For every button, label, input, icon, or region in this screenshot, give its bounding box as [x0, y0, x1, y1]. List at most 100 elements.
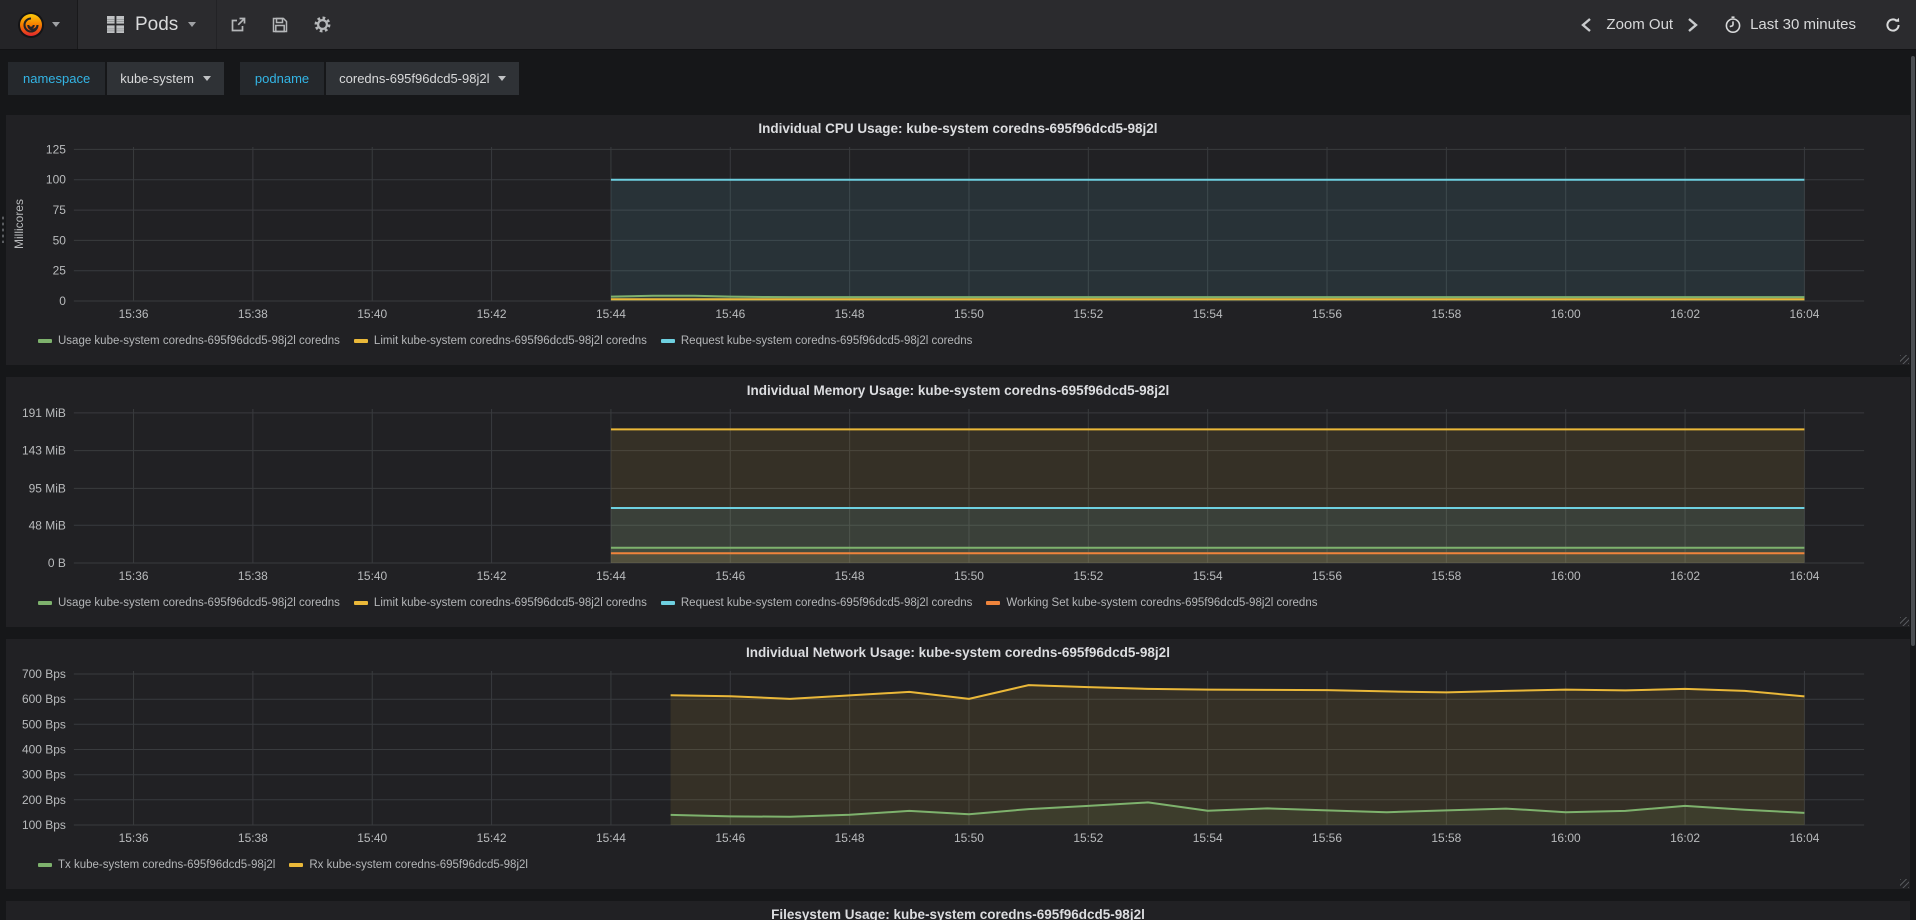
svg-text:15:40: 15:40 [357, 569, 387, 583]
legend-item[interactable]: Limit kube-system coredns-695f96dcd5-98j… [353, 597, 647, 609]
legend-item[interactable]: Tx kube-system coredns-695f96dcd5-98j2l [38, 859, 275, 871]
clock-icon [1724, 15, 1742, 34]
svg-text:15:58: 15:58 [1431, 831, 1461, 845]
svg-text:15:42: 15:42 [477, 831, 507, 845]
svg-text:15:36: 15:36 [119, 307, 149, 321]
svg-text:300 Bps: 300 Bps [22, 768, 66, 782]
svg-text:15:42: 15:42 [477, 569, 507, 583]
panel-title[interactable]: Filesystem Usage: kube-system coredns-69… [10, 901, 1906, 920]
legend-item[interactable]: Usage kube-system coredns-695f96dcd5-98j… [38, 597, 340, 609]
svg-text:16:04: 16:04 [1789, 569, 1819, 583]
svg-text:Millicores: Millicores [12, 199, 26, 249]
svg-text:16:00: 16:00 [1551, 569, 1581, 583]
chevron-down-icon [188, 22, 197, 27]
network-usage-chart[interactable]: 100 Bps 200 Bps 300 Bps 400 Bps 500 Bps 600 B… [10, 665, 1906, 857]
svg-text:15:44: 15:44 [596, 831, 626, 845]
panel-title[interactable]: Individual Network Usage: kube-system co… [10, 639, 1906, 665]
svg-text:16:04: 16:04 [1789, 831, 1819, 845]
svg-text:700 Bps: 700 Bps [22, 667, 66, 681]
chart-legend: Usage kube-system coredns-695f96dcd5-98j… [38, 335, 1906, 347]
variable-podname-value-dropdown[interactable]: coredns-695f96dcd5-98j2l [326, 62, 520, 95]
settings-button[interactable] [301, 0, 343, 49]
svg-text:15:48: 15:48 [835, 307, 865, 321]
svg-text:100: 100 [46, 173, 66, 187]
chevron-down-icon [202, 76, 211, 81]
cpu-usage-chart[interactable]: 0 25 50 75 100 125 15:36 15:38 15:40 15:42 15:44 15… [10, 141, 1906, 333]
svg-text:95 MiB: 95 MiB [29, 481, 66, 495]
svg-text:15:46: 15:46 [715, 831, 745, 845]
svg-text:15:58: 15:58 [1431, 307, 1461, 321]
panel-title[interactable]: Individual Memory Usage: kube-system cor… [10, 377, 1906, 403]
time-forward-button[interactable] [1687, 17, 1698, 33]
time-back-button[interactable] [1581, 17, 1592, 33]
svg-text:15:46: 15:46 [715, 307, 745, 321]
variable-podname-label: podname [239, 62, 325, 95]
save-icon [271, 16, 289, 34]
svg-text:15:48: 15:48 [835, 569, 865, 583]
legend-item[interactable]: Rx kube-system coredns-695f96dcd5-98j2l [289, 859, 528, 871]
chevron-down-icon [498, 76, 507, 81]
variable-namespace-label: namespace [8, 62, 106, 95]
svg-text:15:40: 15:40 [357, 831, 387, 845]
svg-text:15:54: 15:54 [1193, 307, 1223, 321]
variable-podname: podname coredns-695f96dcd5-98j2l [239, 62, 520, 95]
template-variables-row: namespace kube-system podname coredns-69… [0, 50, 1916, 105]
svg-text:16:02: 16:02 [1670, 307, 1700, 321]
svg-text:25: 25 [53, 264, 67, 278]
legend-item[interactable]: Working Set kube-system coredns-695f96dc… [986, 597, 1317, 609]
svg-text:15:36: 15:36 [119, 831, 149, 845]
svg-text:15:54: 15:54 [1193, 569, 1223, 583]
memory-usage-chart[interactable]: 0 B 48 MiB 95 MiB 143 MiB 191 MiB 15:36 15:38 1… [10, 403, 1906, 595]
grafana-logo-icon [17, 11, 45, 39]
svg-text:15:50: 15:50 [954, 569, 984, 583]
svg-text:0 B: 0 B [48, 556, 66, 570]
legend-item[interactable]: Limit kube-system coredns-695f96dcd5-98j… [353, 335, 647, 347]
legend-series-color-dash [353, 339, 368, 343]
dashboard-panels: Individual CPU Usage: kube-system coredn… [0, 105, 1916, 920]
svg-text:15:52: 15:52 [1073, 307, 1103, 321]
svg-text:15:52: 15:52 [1073, 569, 1103, 583]
panel-title[interactable]: Individual CPU Usage: kube-system coredn… [10, 115, 1906, 141]
legend-series-color-dash [353, 601, 368, 605]
legend-item[interactable]: Usage kube-system coredns-695f96dcd5-98j… [38, 335, 340, 347]
time-range-picker[interactable]: Last 30 minutes [1724, 15, 1856, 34]
svg-text:15:50: 15:50 [954, 831, 984, 845]
zoom-out-button[interactable]: Zoom Out [1606, 16, 1673, 33]
legend-series-label: Limit kube-system coredns-695f96dcd5-98j… [373, 335, 647, 347]
chart-legend: Usage kube-system coredns-695f96dcd5-98j… [38, 597, 1906, 609]
legend-series-color-dash [38, 863, 52, 867]
svg-text:15:56: 15:56 [1312, 307, 1342, 321]
svg-text:100 Bps: 100 Bps [22, 818, 66, 832]
svg-text:15:36: 15:36 [119, 569, 149, 583]
panel-filesystem-usage: Filesystem Usage: kube-system coredns-69… [6, 901, 1910, 920]
legend-item[interactable]: Request kube-system coredns-695f96dcd5-9… [660, 335, 972, 347]
variable-namespace-value-dropdown[interactable]: kube-system [107, 62, 224, 95]
svg-text:15:54: 15:54 [1193, 831, 1223, 845]
page-scrollbar[interactable] [1911, 56, 1915, 646]
grafana-menu-button[interactable] [0, 0, 78, 49]
svg-text:75: 75 [53, 203, 67, 217]
legend-series-color-dash [289, 863, 304, 867]
svg-text:125: 125 [46, 142, 66, 156]
legend-series-label: Usage kube-system coredns-695f96dcd5-98j… [58, 335, 340, 347]
panel-memory-usage: Individual Memory Usage: kube-system cor… [6, 377, 1910, 627]
svg-text:15:52: 15:52 [1073, 831, 1103, 845]
svg-text:15:44: 15:44 [596, 307, 626, 321]
legend-item[interactable]: Request kube-system coredns-695f96dcd5-9… [660, 597, 972, 609]
time-range-label: Last 30 minutes [1750, 16, 1856, 33]
dashboard-picker[interactable]: Pods [90, 0, 218, 49]
svg-text:15:38: 15:38 [238, 307, 268, 321]
svg-text:16:00: 16:00 [1551, 307, 1581, 321]
svg-text:16:02: 16:02 [1670, 569, 1700, 583]
svg-text:15:42: 15:42 [477, 307, 507, 321]
variable-podname-value: coredns-695f96dcd5-98j2l [339, 71, 490, 86]
legend-series-color-dash [38, 339, 52, 343]
save-button[interactable] [259, 0, 301, 49]
svg-text:16:00: 16:00 [1551, 831, 1581, 845]
panel-network-usage: Individual Network Usage: kube-system co… [6, 639, 1910, 889]
refresh-button[interactable] [1884, 16, 1902, 34]
svg-text:50: 50 [53, 233, 67, 247]
variable-namespace: namespace kube-system [8, 62, 224, 95]
svg-text:16:04: 16:04 [1789, 307, 1819, 321]
share-button[interactable] [217, 0, 259, 49]
